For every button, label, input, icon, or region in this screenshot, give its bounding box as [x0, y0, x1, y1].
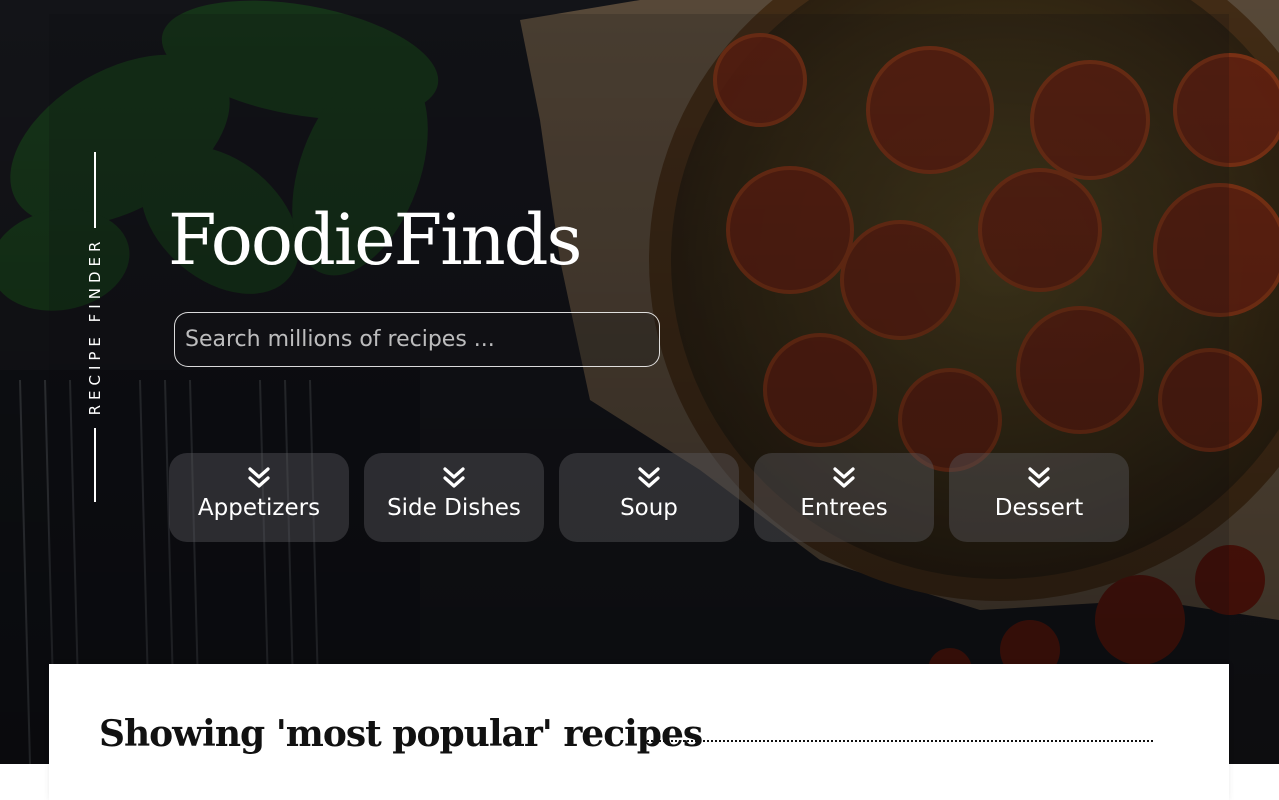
category-list: Appetizers Side Dishes Soup Entrees Dess… [169, 453, 1129, 542]
double-chevron-down-icon [443, 467, 465, 488]
side-divider-top [94, 152, 96, 228]
double-chevron-down-icon [1028, 467, 1050, 488]
category-button-entrees[interactable]: Entrees [754, 453, 934, 542]
results-section: Showing 'most popular' recipes [49, 664, 1229, 800]
category-button-dessert[interactable]: Dessert [949, 453, 1129, 542]
search-input[interactable] [174, 312, 660, 367]
category-label: Dessert [994, 495, 1084, 521]
category-button-appetizers[interactable]: Appetizers [169, 453, 349, 542]
side-label: RECIPE FINDER [86, 236, 104, 416]
double-chevron-down-icon [833, 467, 855, 488]
heading-dotted-divider [647, 740, 1153, 742]
site-title: FoodieFinds [168, 199, 582, 281]
category-label: Side Dishes [387, 495, 521, 521]
category-label: Appetizers [197, 495, 321, 521]
category-label: Entrees [800, 495, 888, 521]
side-divider-bottom [94, 428, 96, 502]
double-chevron-down-icon [248, 467, 270, 488]
double-chevron-down-icon [638, 467, 660, 488]
category-label: Soup [620, 495, 678, 521]
results-heading: Showing 'most popular' recipes [99, 713, 703, 755]
category-button-soup[interactable]: Soup [559, 453, 739, 542]
category-button-side-dishes[interactable]: Side Dishes [364, 453, 544, 542]
